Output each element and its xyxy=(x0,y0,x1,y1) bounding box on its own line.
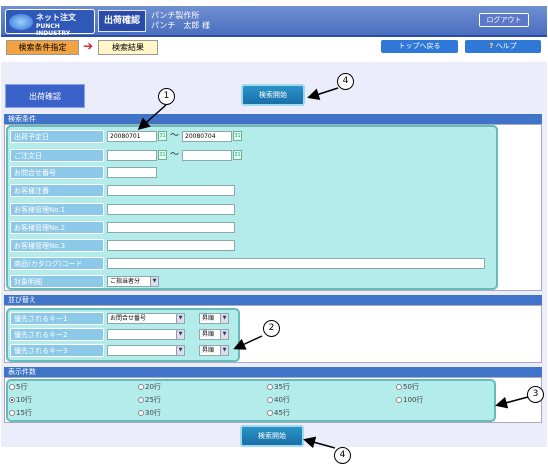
callout-4-top: 4 xyxy=(337,73,354,90)
count-option-label: 10行 xyxy=(16,396,32,404)
radio-circle-icon[interactable] xyxy=(9,384,15,390)
count-option[interactable]: 40行 xyxy=(267,396,290,405)
radio-circle-icon[interactable] xyxy=(396,384,402,390)
count-option[interactable]: 5行 xyxy=(9,383,27,392)
count-option[interactable]: 50行 xyxy=(396,383,419,392)
count-option[interactable]: 15行 xyxy=(9,409,32,418)
count-option[interactable]: 100行 xyxy=(396,396,423,405)
count-option[interactable]: 30行 xyxy=(138,409,161,418)
callout-1: 1 xyxy=(158,88,175,105)
callout-1-arrow xyxy=(137,104,167,130)
count-option[interactable]: 10行 xyxy=(9,396,32,405)
count-option-label: 100行 xyxy=(403,396,424,404)
radio-circle-icon[interactable] xyxy=(138,384,144,390)
count-option-label: 25行 xyxy=(145,396,161,404)
count-option[interactable]: 45行 xyxy=(267,409,290,418)
callout-3: 3 xyxy=(527,386,544,403)
count-option-label: 45行 xyxy=(274,409,290,417)
callout-4-arrow-bottom xyxy=(303,436,336,449)
count-option-label: 20行 xyxy=(145,383,161,391)
radio-circle-icon[interactable] xyxy=(267,397,273,403)
radio-circle-icon[interactable] xyxy=(267,384,273,390)
count-option-label: 35行 xyxy=(274,383,290,391)
radio-circle-icon[interactable] xyxy=(138,397,144,403)
count-option-label: 50行 xyxy=(403,383,419,391)
count-option[interactable]: 25行 xyxy=(138,396,161,405)
count-option-label: 15行 xyxy=(16,409,32,417)
radio-circle-icon[interactable] xyxy=(138,410,144,416)
callout-2-arrow xyxy=(233,335,263,350)
count-option[interactable]: 20行 xyxy=(138,383,161,392)
count-option[interactable]: 35行 xyxy=(267,383,290,392)
callout-2: 2 xyxy=(263,320,280,337)
count-option-label: 5行 xyxy=(16,383,28,391)
radio-circle-icon[interactable] xyxy=(9,397,15,403)
callout-3-arrow xyxy=(495,396,529,409)
radio-circle-icon[interactable] xyxy=(9,410,15,416)
count-option-label: 30行 xyxy=(145,409,161,417)
count-option-label: 40行 xyxy=(274,396,290,404)
radio-circle-icon[interactable] xyxy=(396,397,402,403)
radio-circle-icon[interactable] xyxy=(267,410,273,416)
callout-4-bottom: 4 xyxy=(334,447,351,464)
callout-4-arrow-top xyxy=(307,87,339,100)
